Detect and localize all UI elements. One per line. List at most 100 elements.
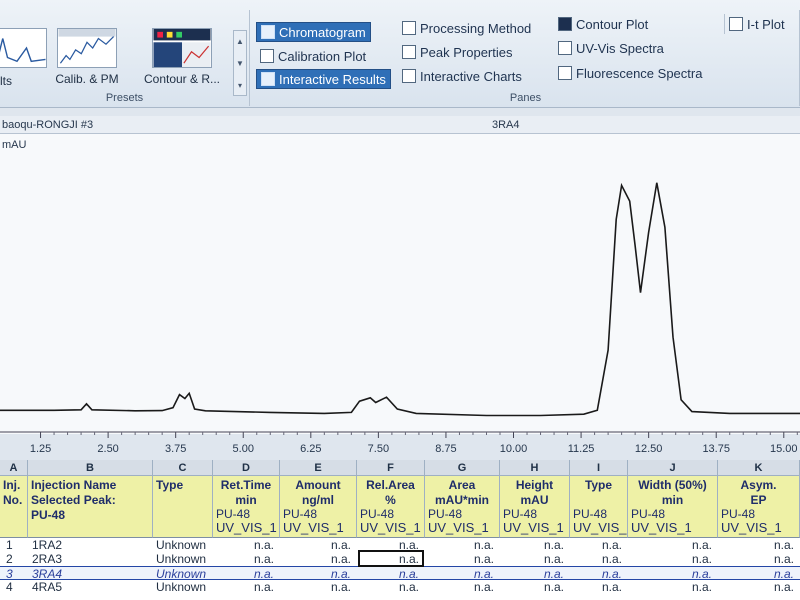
table-cell[interactable]: n.a. — [628, 567, 712, 581]
table-cell[interactable]: 3RA4 — [32, 567, 62, 581]
column-letter-i[interactable]: I — [570, 460, 628, 476]
table-cell[interactable]: 3 — [6, 567, 13, 581]
chromatogram-title-bar: baoqu-RONGJI #3 3RA4 — [0, 116, 800, 134]
column-header-channel-text: UV_VIS_1 — [503, 520, 564, 535]
table-cell[interactable]: n.a. — [280, 538, 351, 552]
table-cell[interactable]: Unknown — [156, 552, 206, 566]
column-header[interactable]: Type — [153, 476, 213, 538]
table-cell[interactable]: 1RA2 — [32, 538, 62, 552]
it-plot-button[interactable]: I-t Plot — [724, 14, 789, 34]
column-letter-e[interactable]: E — [280, 460, 357, 476]
table-cell[interactable]: n.a. — [570, 580, 622, 594]
table-cell[interactable]: 4 — [6, 580, 13, 594]
table-cell[interactable]: n.a. — [280, 580, 351, 594]
table-cell[interactable]: Unknown — [156, 538, 206, 552]
column-letter-k[interactable]: K — [718, 460, 800, 476]
table-cell[interactable]: 2 — [6, 552, 13, 566]
table-cell[interactable]: n.a. — [357, 580, 419, 594]
chromatogram-plot[interactable]: mAU 1.25 2.50 3.75 5.00 6.25 7.50 8.75 10.00 11.… — [0, 134, 800, 455]
column-letter-a[interactable]: A — [0, 460, 28, 476]
interactive-charts-button[interactable]: Interactive Charts — [398, 66, 526, 86]
table-cell[interactable]: n.a. — [718, 567, 794, 581]
table-cell[interactable]: n.a. — [628, 538, 712, 552]
table-cell[interactable]: n.a. — [425, 552, 494, 566]
table-cell[interactable]: 2RA3 — [32, 552, 62, 566]
preset-contour[interactable]: Contour & R... — [140, 28, 224, 94]
table-cell[interactable]: n.a. — [718, 538, 794, 552]
presets-scrollbar[interactable]: ▲ ▼ ▾ — [233, 30, 247, 96]
column-header[interactable]: Rel.Area% PU-48 UV_VIS_1 — [357, 476, 425, 538]
panes-group: Chromatogram Calibration Plot Interactiv… — [252, 10, 800, 106]
table-cell[interactable]: n.a. — [570, 567, 622, 581]
column-letter-h[interactable]: H — [500, 460, 570, 476]
table-row[interactable]: 4 4RA5 Unknown n.a. n.a. n.a. n.a. n.a. n.a. n.a.… — [0, 580, 800, 594]
column-header-channel: PU-48 UV_VIS_1 — [428, 507, 489, 535]
table-cell[interactable]: n.a. — [213, 552, 274, 566]
column-header[interactable]: Injection Name Selected Peak: PU-48 — [28, 476, 153, 538]
table-cell[interactable]: n.a. — [718, 552, 794, 566]
table-row[interactable]: 3 3RA4 Unknown n.a. n.a. n.a. n.a. n.a. n.a. n.a.… — [0, 566, 800, 581]
table-cell[interactable]: 4RA5 — [32, 580, 62, 594]
column-header-channel-text: PU-48 — [216, 507, 251, 521]
column-header-text: Area — [448, 478, 476, 492]
table-cell[interactable]: n.a. — [213, 567, 274, 581]
table-cell[interactable]: n.a. — [500, 580, 564, 594]
column-header[interactable]: Ret.Time min PU-48 UV_VIS_1 — [213, 476, 280, 538]
peak-properties-button[interactable]: Peak Properties — [398, 42, 517, 62]
table-cell[interactable]: n.a. — [570, 552, 622, 566]
table-cell[interactable]: n.a. — [628, 552, 712, 566]
column-header-channel: PU-48 UV_VIS_1 — [283, 507, 344, 535]
table-cell[interactable]: n.a. — [213, 538, 274, 552]
table-cell[interactable]: n.a. — [425, 538, 494, 552]
column-header[interactable]: Inj. No. — [0, 476, 28, 538]
panes-group-label: Panes — [509, 92, 542, 104]
table-cell[interactable]: n.a. — [213, 580, 274, 594]
column-letter-c[interactable]: C — [153, 460, 213, 476]
column-header-channel-text: PU-48 — [360, 507, 395, 521]
interactive-results-table[interactable]: ABCDEFGHIJK Inj. No. Injection Name Selecte… — [0, 460, 800, 600]
table-cell[interactable]: n.a. — [280, 567, 351, 581]
interactive-results-button[interactable]: Interactive Results — [256, 69, 391, 89]
column-header[interactable]: Asym. EP PU-48 UV_VIS_1 — [718, 476, 800, 538]
processing-method-button[interactable]: Processing Method — [398, 18, 535, 38]
table-cell[interactable]: 1 — [6, 538, 13, 552]
table-cell[interactable]: n.a. — [500, 538, 564, 552]
column-letter-f[interactable]: F — [357, 460, 425, 476]
preset-results[interactable]: lts — [0, 28, 52, 94]
table-cell[interactable]: n.a. — [500, 567, 564, 581]
chromatogram-button[interactable]: Chromatogram — [256, 22, 371, 42]
table-cell[interactable]: n.a. — [357, 567, 419, 581]
processing-method-icon — [402, 21, 416, 35]
table-cell[interactable]: n.a. — [500, 552, 564, 566]
column-letter-j[interactable]: J — [628, 460, 718, 476]
column-header[interactable]: Height mAU PU-48 UV_VIS_1 — [500, 476, 570, 538]
column-header[interactable]: Area mAU*min PU-48 UV_VIS_1 — [425, 476, 500, 538]
column-header-text: % — [385, 493, 396, 507]
column-letter-d[interactable]: D — [213, 460, 280, 476]
table-cell[interactable]: Unknown — [156, 580, 206, 594]
column-header-text: Inj. — [3, 478, 21, 492]
fluorescence-spectra-button[interactable]: Fluorescence Spectra — [554, 63, 706, 83]
calibration-plot-button-label: Calibration Plot — [278, 48, 367, 64]
calibration-plot-button[interactable]: Calibration Plot — [256, 46, 370, 66]
x-axis-ticks: 1.25 2.50 3.75 5.00 6.25 7.50 8.75 10.00 11.25 12… — [30, 432, 798, 455]
uv-vis-spectra-button[interactable]: UV-Vis Spectra — [554, 38, 668, 58]
table-cell[interactable]: n.a. — [570, 538, 622, 552]
preset-contour-thumbnail-icon — [152, 28, 212, 68]
contour-plot-button[interactable]: Contour Plot — [554, 14, 652, 34]
table-cell[interactable]: n.a. — [628, 580, 712, 594]
preset-calib-pm[interactable]: Calib. & PM — [52, 28, 122, 94]
column-letter-b[interactable]: B — [28, 460, 153, 476]
column-header[interactable]: Amount ng/ml PU-48 UV_VIS_1 — [280, 476, 357, 538]
table-cell[interactable]: n.a. — [718, 580, 794, 594]
column-header-channel: PU-48 UV_VIS_ — [573, 507, 626, 535]
column-header[interactable]: Width (50%) min PU-48 UV_VIS_1 — [628, 476, 718, 538]
table-cell[interactable]: n.a. — [280, 552, 351, 566]
column-header-channel-text: PU-48 — [631, 507, 666, 521]
table-cell[interactable]: n.a. — [425, 567, 494, 581]
interactive-charts-button-label: Interactive Charts — [420, 68, 522, 84]
table-cell[interactable]: n.a. — [425, 580, 494, 594]
column-header[interactable]: Type PU-48 UV_VIS_ — [570, 476, 628, 538]
column-letter-g[interactable]: G — [425, 460, 500, 476]
table-cell[interactable]: Unknown — [156, 567, 206, 581]
